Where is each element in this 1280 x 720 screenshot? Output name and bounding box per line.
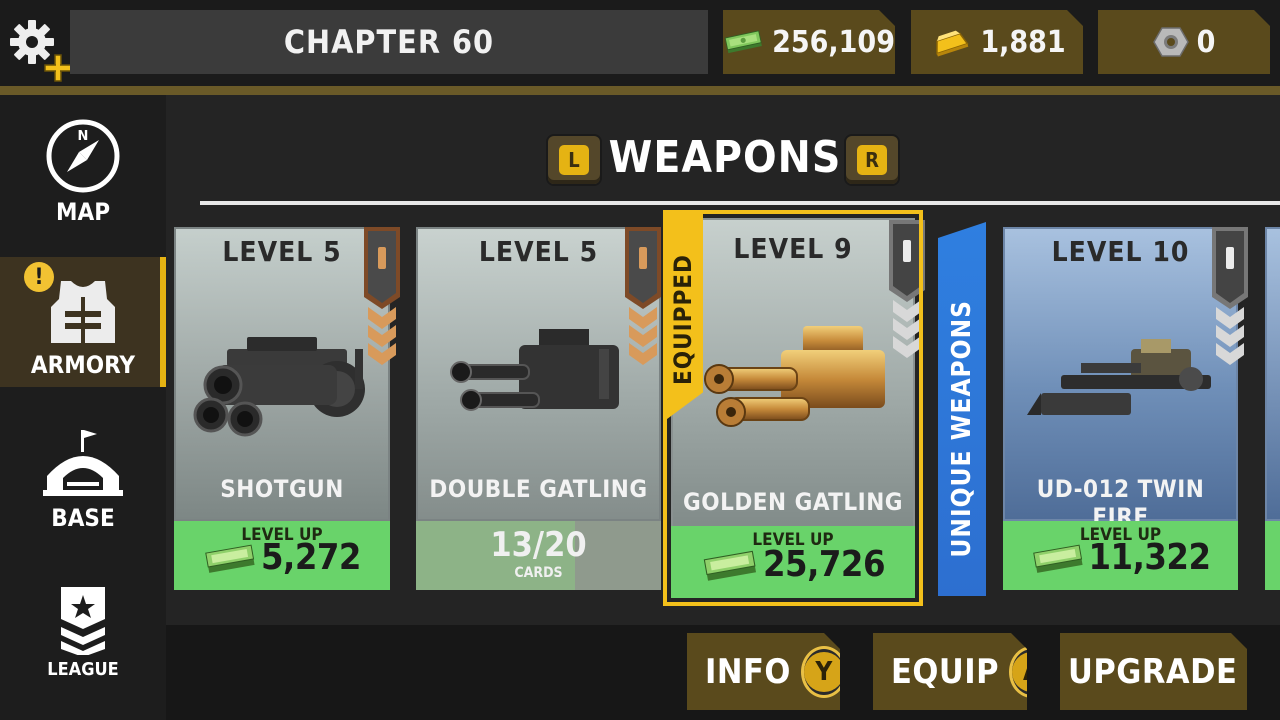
settings-button[interactable] (6, 14, 76, 82)
x-button-icon: X (1247, 646, 1280, 698)
hex-nut-icon (1153, 26, 1189, 58)
nuts-amount: 0 (1196, 24, 1216, 60)
card-level: LEVEL 9 (733, 232, 853, 265)
sidebar-item-label: ARMORY (30, 351, 136, 379)
rank-tag-icon (625, 227, 661, 365)
y-button-icon: Y (801, 646, 847, 698)
unique-weapons-label: UNIQUE WEAPONS (947, 300, 977, 558)
card-level: LEVEL 10 (1051, 235, 1190, 268)
cash-stack-icon (1032, 544, 1083, 573)
a-button-icon: A (1009, 646, 1055, 698)
equipped-badge: EQUIPPED (663, 210, 703, 422)
card-name: SHOTGUN (220, 475, 344, 503)
sidebar-item-label: BASE (51, 504, 115, 532)
equip-label: EQUIP (891, 651, 1000, 692)
next-tab-button[interactable]: R (846, 136, 898, 184)
cards-progress: 13/20 CARDS (416, 521, 661, 590)
weapon-card-ud-012-twin-fire[interactable]: LEVEL 10 UD-012 TWIN FIRE LEVEL UP 11,32… (1003, 227, 1248, 590)
level-up-cost: 5,272 (261, 537, 361, 578)
vest-icon (51, 281, 115, 343)
key-x: X (1250, 652, 1280, 692)
card-level: LEVEL 5 (478, 235, 599, 268)
info-button[interactable]: INFO Y (687, 633, 840, 710)
level-up-cost: 11,322 (1088, 537, 1211, 578)
prev-tab-button[interactable]: L (548, 136, 600, 184)
upgrade-button[interactable]: UPGRADE X (1060, 633, 1247, 710)
card-art: LEVEL 5 SHOTGUN (174, 227, 390, 521)
alert-badge: ! (24, 262, 54, 292)
gold-counter[interactable]: 1,881 (911, 10, 1083, 74)
bumper-r-label: R (857, 145, 887, 175)
rank-tag-icon (1212, 227, 1248, 365)
cash-counter[interactable]: 256,109 (723, 10, 895, 74)
level-up-footer[interactable]: LEVEL UP 25,726 (671, 526, 915, 598)
gear-icon (10, 20, 72, 82)
upgrade-label: UPGRADE (1068, 651, 1238, 692)
top-bar-divider (0, 86, 1280, 95)
equip-button[interactable]: EQUIP A (873, 633, 1027, 710)
sidebar-item-league[interactable]: LEAGUE (0, 585, 166, 685)
shotgun-weapon-icon (176, 309, 388, 459)
gold-bar-icon (928, 27, 972, 57)
bumper-l-label: L (559, 145, 589, 175)
sidebar-item-label: MAP (55, 198, 111, 226)
unique-weapons-divider: UNIQUE WEAPONS (938, 222, 986, 596)
plus-icon (44, 54, 72, 82)
nuts-counter[interactable]: 0 (1098, 10, 1270, 74)
bunker-icon (43, 430, 123, 496)
weapon-card-partial[interactable] (1265, 227, 1280, 590)
compass-icon: N (46, 119, 120, 193)
key-a: A (1012, 652, 1052, 692)
cash-stack-icon (723, 27, 764, 57)
card-art: LEVEL 9 GOLDEN GATLING (671, 218, 915, 534)
rank-tag-icon (364, 227, 400, 365)
rank-chevron-icon (61, 587, 105, 655)
weapon-card-double-gatling[interactable]: LEVEL 5 DOUBLE GATLING 13/20 CARDS (416, 227, 661, 590)
golden-gatling-weapon-icon (673, 310, 913, 460)
key-y: Y (804, 652, 844, 692)
card-level: LEVEL 5 (222, 235, 342, 268)
svg-text:N: N (78, 129, 89, 144)
gold-amount: 1,881 (980, 24, 1066, 60)
cards-label: CARDS (514, 565, 563, 581)
card-name: GOLDEN GATLING (683, 488, 903, 516)
sidebar-item-label: LEAGUE (47, 659, 119, 680)
weapon-card-golden-gatling[interactable]: LEVEL 9 GOLDEN GATLING EQUIPPED LEVEL UP… (663, 210, 925, 606)
level-up-footer[interactable]: LEVEL UP 11,322 (1003, 521, 1238, 590)
sidebar-item-base[interactable]: BASE (0, 428, 166, 538)
card-art (1265, 227, 1280, 521)
equipped-label: EQUIPPED (669, 254, 697, 385)
level-up-footer[interactable]: LEVEL UP 5,272 (174, 521, 390, 590)
double-gatling-weapon-icon (418, 309, 659, 459)
chapter-banner: CHAPTER 60 (70, 10, 708, 74)
info-label: INFO (705, 651, 791, 692)
cash-amount: 256,109 (772, 24, 895, 60)
level-up-cost: 25,726 (763, 544, 885, 585)
card-name: DOUBLE GATLING (429, 475, 648, 503)
cash-stack-icon (205, 544, 255, 573)
level-up-footer (1265, 521, 1280, 590)
title-underline (200, 201, 1280, 205)
section-title: WEAPONS (608, 132, 842, 183)
weapon-card-shotgun[interactable]: LEVEL 5 SHOTGUN LEVEL UP 5,272 (174, 227, 400, 590)
cards-count: 13/20 (490, 525, 587, 565)
cash-stack-icon (703, 550, 757, 581)
card-art: LEVEL 10 UD-012 TWIN FIRE (1003, 227, 1238, 531)
rank-tag-icon (889, 220, 925, 358)
chapter-label: CHAPTER 60 (283, 23, 495, 61)
twin-fire-weapon-icon (1005, 309, 1236, 459)
sidebar-item-map[interactable]: N MAP (0, 118, 166, 230)
